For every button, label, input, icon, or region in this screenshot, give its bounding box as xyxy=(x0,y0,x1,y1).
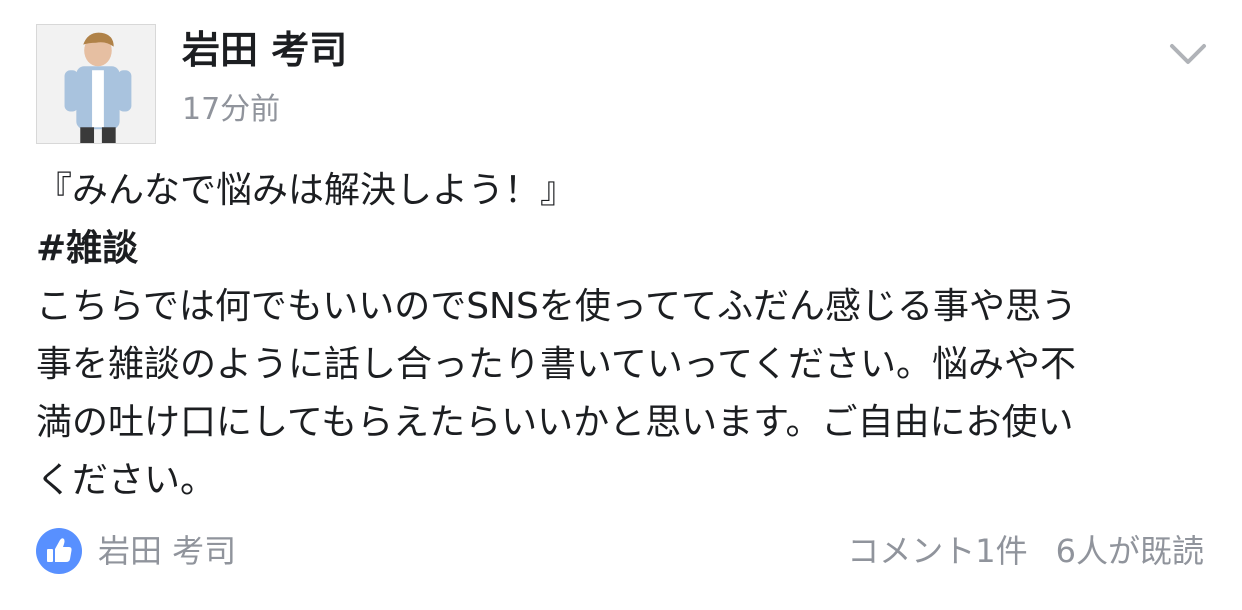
seen-count[interactable]: 6人が既読 xyxy=(1056,532,1204,570)
thumbs-up-icon[interactable] xyxy=(36,528,82,574)
chevron-down-icon[interactable] xyxy=(1166,36,1210,72)
post-timestamp[interactable]: 17分前 xyxy=(182,88,280,132)
post-body: 『みんなで悩みは解決しよう！』 #雑談 こちらでは何でもいいのでSNSを使ってて… xyxy=(36,162,1226,510)
post-text-line: 満の吐け口にしてもらえたらいいかと思います。ご自由にお使い xyxy=(36,402,1074,443)
post-text-line: 事を雑談のように話し合ったり書いていってください。悩みや不 xyxy=(36,344,1077,385)
post-footer: 岩田 考司 コメント1件 6人が既読 xyxy=(36,524,1206,578)
avatar-photo xyxy=(37,25,155,143)
post-text-line: ください。 xyxy=(36,460,217,501)
footer-stats: コメント1件 6人が既読 xyxy=(847,524,1204,578)
avatar[interactable] xyxy=(36,24,156,144)
post-text-line: こちらでは何でもいいのでSNSを使っててふだん感じる事や思う xyxy=(36,286,1078,327)
comment-count[interactable]: コメント1件 xyxy=(847,532,1027,570)
liker-name[interactable]: 岩田 考司 xyxy=(98,524,236,578)
post-headline: 『みんなで悩みは解決しよう！』 xyxy=(36,170,577,211)
hashtag-link[interactable]: #雑談 xyxy=(36,220,1226,278)
author-name[interactable]: 岩田 考司 xyxy=(182,24,347,76)
